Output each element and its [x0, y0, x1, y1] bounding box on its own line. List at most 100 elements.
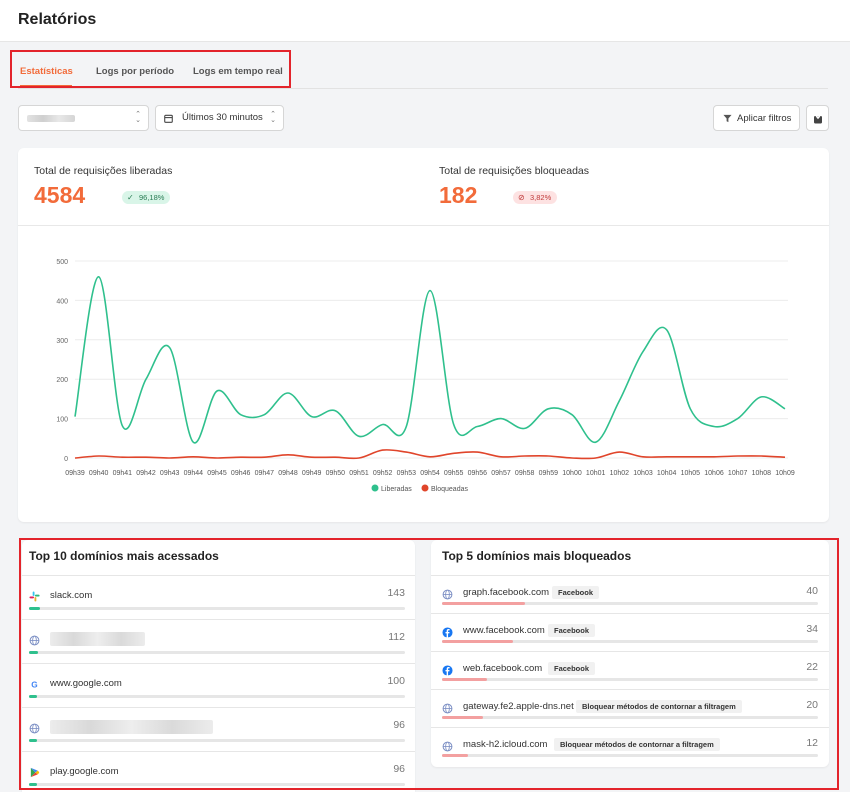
- device-select-value: [27, 115, 75, 122]
- x-tick-label: 10h07: [728, 470, 748, 477]
- x-tick-label: 09h50: [326, 470, 346, 477]
- x-tick-label: 09h46: [231, 470, 251, 477]
- domain-name-redacted: [50, 632, 145, 646]
- category-tag: Facebook: [552, 586, 600, 599]
- domain-count: 143: [387, 587, 405, 599]
- prohibited-icon: ⊘: [518, 193, 525, 202]
- page-title: Relatórios: [18, 11, 97, 28]
- block-bar: [442, 678, 818, 681]
- export-button[interactable]: [806, 105, 829, 131]
- domain-row[interactable]: 96: [22, 708, 415, 751]
- globe-icon: [442, 739, 453, 752]
- blocked-domain-row[interactable]: graph.facebook.com Facebook 40: [431, 576, 829, 613]
- block-bar-fill: [442, 602, 525, 605]
- blocked-domain-row[interactable]: web.facebook.com Facebook 22: [431, 652, 829, 689]
- domain-name: play.google.com: [50, 766, 119, 777]
- block-bar: [442, 640, 818, 643]
- domain-row[interactable]: slack.com 143: [22, 576, 415, 619]
- blocked-domain-row[interactable]: gateway.fe2.apple-dns.net Bloquear método…: [431, 690, 829, 727]
- series-line-bloqueadas: [74, 449, 786, 460]
- calendar-icon: [164, 114, 173, 123]
- category-tag: Facebook: [548, 662, 596, 675]
- x-tick-label: 09h41: [113, 470, 133, 477]
- allowed-percent-badge: ✓ 96,18%: [122, 191, 171, 204]
- block-bar: [442, 716, 818, 719]
- usage-bar-fill: [29, 739, 37, 742]
- globe-icon: [29, 633, 40, 646]
- domain-row[interactable]: 112: [22, 620, 415, 663]
- x-tick-label: 09h57: [491, 470, 511, 477]
- check-icon: ✓: [127, 193, 134, 202]
- block-bar: [442, 602, 818, 605]
- y-tick-label: 100: [56, 417, 68, 424]
- x-tick-label: 09h44: [184, 470, 204, 477]
- y-tick-label: 400: [56, 298, 68, 305]
- tab-logs-por-periodo[interactable]: Logs por período: [96, 66, 174, 77]
- x-tick-label: 09h54: [420, 470, 440, 477]
- device-select[interactable]: ⌃ ⌄: [18, 105, 149, 131]
- x-tick-label: 10h05: [681, 470, 701, 477]
- period-select-value: Últimos 30 minutos: [182, 112, 263, 123]
- top-blocked-title: Top 5 domínios mais bloqueados: [442, 549, 632, 563]
- block-bar-fill: [442, 716, 484, 719]
- domain-name-redacted: [50, 720, 213, 734]
- download-icon: [814, 112, 822, 124]
- x-tick-label: 10h01: [586, 470, 606, 477]
- usage-bar: [29, 739, 405, 742]
- globe-icon: [29, 721, 40, 734]
- globe-icon: [442, 701, 453, 714]
- chevron-updown-icon: ⌃ ⌄: [270, 111, 276, 124]
- tab-estatisticas[interactable]: Estatísticas: [20, 66, 73, 77]
- blocked-domain-row[interactable]: mask-h2.icloud.com Bloquear métodos de co…: [431, 728, 829, 765]
- apply-filters-button[interactable]: Aplicar filtros: [713, 105, 800, 131]
- category-tag: Bloquear métodos de contornar a filtrage…: [554, 738, 720, 751]
- y-tick-label: 300: [56, 338, 68, 345]
- series-line-liberadas: [74, 275, 786, 444]
- period-select[interactable]: Últimos 30 minutos ⌃ ⌄: [155, 105, 284, 131]
- chevron-updown-icon: ⌃ ⌄: [135, 111, 141, 124]
- domain-name: web.facebook.com: [463, 663, 543, 674]
- x-tick-label: 10h02: [610, 470, 630, 477]
- block-bar: [442, 754, 818, 757]
- blocked-requests-label: Total de requisições bloqueadas: [439, 165, 590, 177]
- domain-name: slack.com: [50, 590, 93, 601]
- block-bar-fill: [442, 640, 514, 643]
- tabs-divider: [18, 88, 828, 89]
- blocked-percent-badge: ⊘ 3,82%: [513, 191, 558, 204]
- x-tick-label: 09h49: [302, 470, 322, 477]
- blocked-domain-row[interactable]: www.facebook.com Facebook 34: [431, 614, 829, 651]
- domain-count: 96: [393, 719, 405, 731]
- top-blocked-panel: Top 5 domínios mais bloqueados graph.fac…: [431, 540, 829, 767]
- x-tick-label: 09h55: [444, 470, 464, 477]
- svg-text:G: G: [31, 680, 37, 689]
- x-tick-label: 09h59: [539, 470, 559, 477]
- legend-marker-bloqueadas: [421, 484, 429, 492]
- x-tick-label: 09h43: [160, 470, 180, 477]
- domain-count: 40: [806, 585, 818, 597]
- top-accessed-title: Top 10 domínios mais acessados: [29, 549, 219, 563]
- facebook-icon: [442, 663, 453, 676]
- domain-name: www.facebook.com: [463, 625, 545, 636]
- tab-logs-em-tempo-real[interactable]: Logs em tempo real: [193, 66, 283, 77]
- top-bar: Relatórios: [0, 0, 850, 42]
- google-play-icon: [29, 765, 40, 778]
- usage-bar: [29, 783, 405, 786]
- filter-icon: [723, 114, 732, 123]
- globe-icon: [442, 587, 453, 600]
- domain-row[interactable]: play.google.com 96: [22, 752, 415, 792]
- x-tick-label: 09h51: [349, 470, 369, 477]
- domain-row[interactable]: Gwww.google.com 100: [22, 664, 415, 707]
- x-tick-label: 10h06: [704, 470, 724, 477]
- x-tick-label: 09h45: [207, 470, 227, 477]
- slack-icon: [29, 589, 40, 602]
- domain-count: 22: [806, 661, 818, 673]
- usage-bar-fill: [29, 651, 39, 654]
- x-tick-label: 09h52: [373, 470, 393, 477]
- category-tag: Facebook: [548, 624, 596, 637]
- y-tick-label: 500: [56, 259, 68, 266]
- x-tick-label: 09h47: [255, 470, 275, 477]
- x-tick-label: 10h00: [562, 470, 582, 477]
- domain-name: www.google.com: [50, 678, 122, 689]
- x-tick-label: 10h08: [752, 470, 772, 477]
- domain-count: 96: [393, 763, 405, 775]
